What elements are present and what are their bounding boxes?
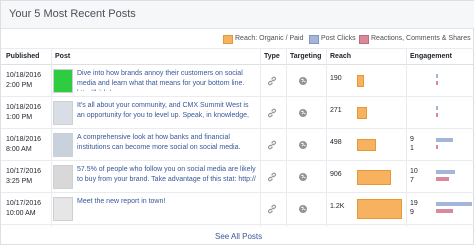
post-text-link[interactable]: A comprehensive look at how banks and fi… (77, 133, 257, 155)
post-text-link[interactable]: 57.5% of people who follow you on social… (77, 165, 257, 187)
published-day: 10/17/2016 (6, 168, 42, 175)
published-time: 1:00 PM (6, 114, 33, 121)
recent-posts-panel: Your 5 Most Recent Posts Reach: Organic … (0, 0, 474, 245)
post-thumbnail[interactable] (53, 101, 73, 125)
published-day: 10/18/2016 (6, 136, 42, 143)
column-headers: Published Post Type Targeting Reach Enga… (1, 49, 474, 65)
post-clicks-bar (436, 106, 438, 110)
reach-value: 498 (330, 139, 342, 146)
reach-bar (357, 107, 367, 119)
reach-value: 906 (330, 171, 342, 178)
footer: See All Posts (1, 227, 474, 246)
reactions-value: 9 (410, 209, 414, 216)
legend-label-reactions: Reactions, Comments & Shares (371, 35, 471, 42)
col-post: Post (55, 53, 71, 60)
published-date: 10/18/2016 1:00 PM (6, 103, 51, 123)
published-day: 10/17/2016 (6, 200, 42, 207)
reactions-bar (436, 145, 438, 149)
published-date: 10/17/2016 3:25 PM (6, 167, 51, 187)
legend-label-reach: Reach: Organic / Paid (235, 35, 304, 42)
legend-swatch-clicks (309, 35, 319, 44)
post-thumbnail[interactable] (53, 69, 73, 93)
published-date: 10/18/2016 8:00 AM (6, 135, 51, 155)
legend-label-clicks: Post Clicks (321, 35, 356, 42)
reach-value: 190 (330, 75, 342, 82)
table-row[interactable]: 10/17/2016 10:00 AM Meet the new report in… (1, 193, 474, 225)
globe-icon (298, 204, 308, 214)
post-clicks-value: 10 (410, 168, 418, 175)
globe-icon (298, 76, 308, 86)
post-clicks-bar (436, 202, 472, 206)
legend: Reach: Organic / Paid Post Clicks Reacti… (1, 29, 474, 49)
legend-swatch-reactions (359, 35, 369, 44)
post-text-link[interactable]: Meet the new report in town! (77, 197, 257, 219)
reactions-bar (436, 209, 453, 213)
col-type: Type (264, 53, 280, 60)
table-row[interactable]: 10/18/2016 1:00 PM It's all about your com… (1, 97, 474, 129)
post-clicks-bar (436, 170, 455, 174)
col-published: Published (6, 53, 40, 60)
link-icon (267, 140, 277, 150)
globe-icon (298, 140, 308, 150)
table-row[interactable]: 10/18/2016 8:00 AM A comprehensive look at… (1, 129, 474, 161)
link-icon (267, 172, 277, 182)
post-thumbnail[interactable] (53, 133, 73, 157)
post-text-link[interactable]: Dive into how brands annoy their custome… (77, 69, 257, 91)
post-clicks-bar (436, 138, 453, 142)
published-day: 10/18/2016 (6, 72, 42, 79)
engagement-values: 10 7 (410, 167, 418, 185)
link-icon (267, 76, 277, 86)
reach-bar (357, 139, 376, 151)
published-time: 8:00 AM (6, 146, 32, 153)
post-clicks-bar (436, 74, 438, 78)
published-date: 10/18/2016 2:00 PM (6, 71, 51, 91)
post-clicks-value: 19 (410, 200, 418, 207)
see-all-posts-link[interactable]: See All Posts (215, 232, 262, 241)
reach-bar (357, 75, 364, 87)
reactions-bar (436, 177, 449, 181)
published-day: 10/18/2016 (6, 104, 42, 111)
reach-bar (357, 170, 391, 185)
panel-title: Your 5 Most Recent Posts (9, 8, 136, 20)
legend-swatch-reach (223, 35, 233, 44)
reactions-value: 1 (410, 145, 414, 152)
post-text-link[interactable]: It's all about your community, and CMX S… (77, 101, 257, 123)
globe-icon (298, 172, 308, 182)
published-time: 2:00 PM (6, 82, 33, 89)
col-engagement: Engagement (410, 53, 453, 60)
reactions-bar (436, 81, 438, 85)
reactions-value: 7 (410, 177, 414, 184)
engagement-values: 19 9 (410, 199, 418, 217)
panel-header: Your 5 Most Recent Posts (1, 1, 474, 29)
reactions-bar (436, 113, 438, 117)
published-date: 10/17/2016 10:00 AM (6, 199, 51, 219)
globe-icon (298, 108, 308, 118)
col-targeting: Targeting (290, 53, 322, 60)
published-time: 10:00 AM (6, 210, 36, 217)
link-icon (267, 108, 277, 118)
reach-value: 1.2K (330, 203, 345, 210)
published-time: 3:25 PM (6, 178, 33, 185)
post-thumbnail[interactable] (53, 165, 73, 189)
engagement-values: 91 (410, 135, 414, 153)
reach-bar (357, 199, 402, 219)
post-thumbnail[interactable] (53, 197, 73, 221)
post-clicks-value: 9 (410, 136, 414, 143)
table-row[interactable]: 10/17/2016 3:25 PM 57.5% of people who fol… (1, 161, 474, 193)
link-icon (267, 204, 277, 214)
reach-value: 271 (330, 107, 342, 114)
col-reach: Reach (330, 53, 352, 60)
table-row[interactable]: 10/18/2016 2:00 PM Dive into how brands an… (1, 65, 474, 97)
